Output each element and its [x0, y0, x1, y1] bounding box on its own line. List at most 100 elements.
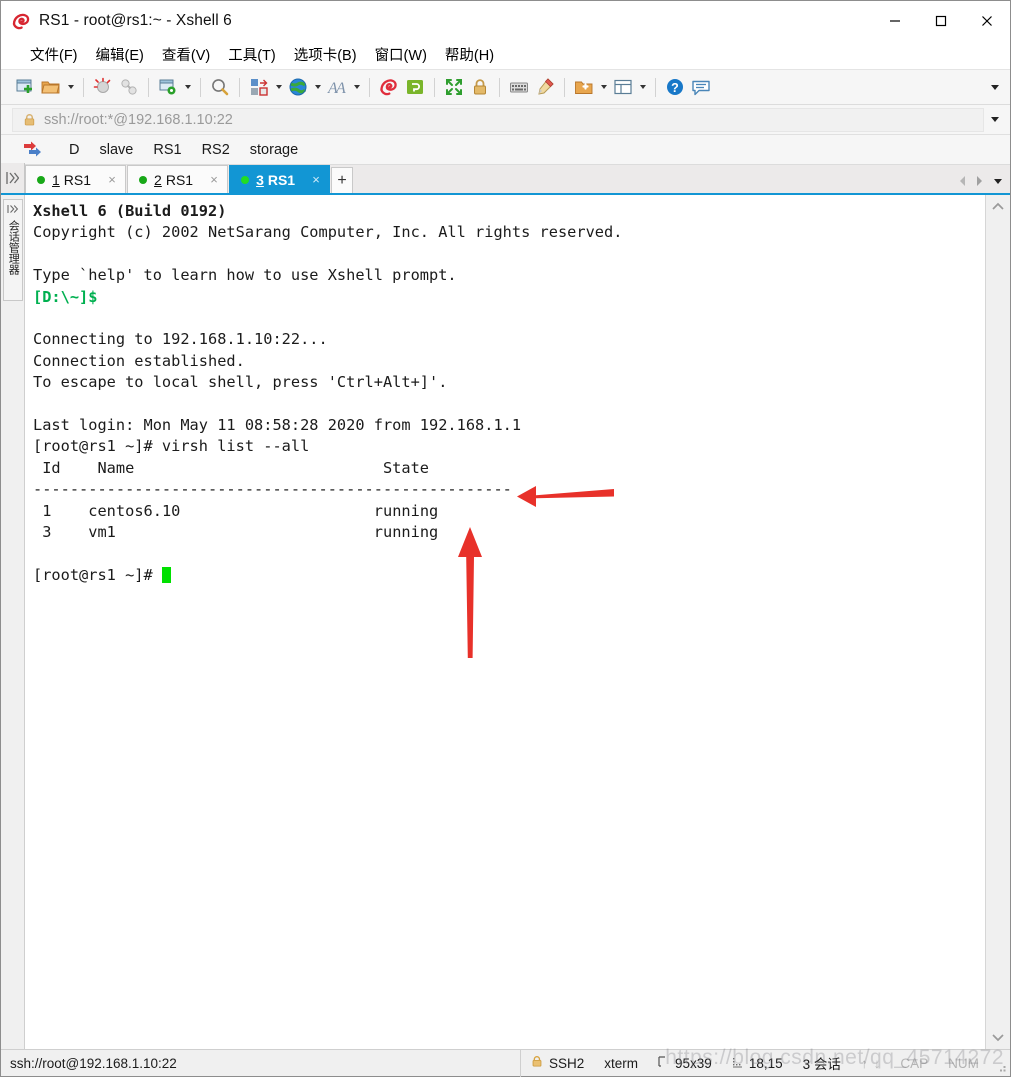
vm-row-2-id: 3	[33, 523, 52, 542]
disconnect-icon[interactable]	[90, 74, 116, 100]
menu-window[interactable]: 窗口(W)	[366, 41, 436, 68]
help-icon[interactable]: ?	[662, 74, 688, 100]
new-folder-icon[interactable]	[571, 74, 597, 100]
session-properties-caret-icon[interactable]	[181, 74, 194, 100]
status-size: 95x39	[648, 1056, 722, 1071]
menu-file[interactable]: 文件(F)	[21, 41, 87, 68]
tab-3-rs1[interactable]: 3 RS1 ×	[229, 165, 331, 193]
globe-icon[interactable]	[285, 74, 311, 100]
split-view-icon[interactable]	[610, 74, 636, 100]
globe-caret-icon[interactable]	[311, 74, 324, 100]
close-button[interactable]	[964, 1, 1010, 40]
status-caps-lock: CAP	[890, 1056, 938, 1071]
xftp-icon[interactable]	[402, 74, 428, 100]
chevron-left-icon[interactable]	[955, 172, 970, 190]
terminal-help-hint: Type `help' to learn how to use Xshell p…	[33, 266, 457, 285]
tab-strip: 1 RS1 × 2 RS1 × 3 RS1 × +	[1, 163, 1010, 195]
address-dropdown-button[interactable]	[989, 114, 1001, 126]
tab-close-icon[interactable]: ×	[309, 172, 323, 187]
scroll-down-arrow-icon[interactable]	[990, 1029, 1007, 1046]
quickbar-item-rs2[interactable]: RS2	[192, 140, 240, 160]
session-manager-label: 会话管理器	[7, 219, 20, 275]
layout-caret-icon[interactable]	[272, 74, 285, 100]
find-icon[interactable]	[207, 74, 233, 100]
menu-help[interactable]: 帮助(H)	[436, 41, 503, 68]
panel-toggle-icon[interactable]	[1, 163, 25, 193]
fullscreen-icon[interactable]	[441, 74, 467, 100]
quickbar-item-d[interactable]: D	[59, 140, 89, 160]
toolbar-separator	[369, 77, 370, 97]
main-body: 会话管理器 Xshell 6 (Build 0192) Copyright (c…	[1, 195, 1010, 1049]
vm-row-2-name: vm1	[88, 523, 116, 542]
open-folder-icon[interactable]	[38, 74, 64, 100]
toolbar-overflow-button[interactable]	[989, 81, 1001, 93]
tab-2-rs1[interactable]: 2 RS1 ×	[127, 165, 229, 193]
new-tab-button[interactable]: +	[331, 167, 354, 193]
chevron-right-icon[interactable]	[972, 172, 987, 190]
quickbar-item-rs1[interactable]: RS1	[143, 140, 191, 160]
highlight-icon[interactable]	[532, 74, 558, 100]
maximize-button[interactable]	[918, 1, 964, 40]
split-view-caret-icon[interactable]	[636, 74, 649, 100]
menu-tabs[interactable]: 选项卡(B)	[285, 41, 366, 68]
tab-1-rs1[interactable]: 1 RS1 ×	[25, 165, 127, 193]
font-icon[interactable]: A A	[324, 74, 350, 100]
status-session-count-label: 3 会话	[802, 1057, 841, 1072]
terminal-prompt: [root@rs1 ~]#	[33, 565, 162, 584]
new-folder-caret-icon[interactable]	[597, 74, 610, 100]
terminal-table-header: Id Name State	[33, 458, 430, 477]
toolbar-separator	[655, 77, 656, 97]
tab-list-dropdown-icon[interactable]	[989, 172, 1006, 190]
session-manager-tab[interactable]: 会话管理器	[2, 199, 23, 301]
vm-row-2-state: running	[373, 523, 439, 542]
window-title: RS1 - root@rs1:~ - Xshell 6	[39, 11, 232, 29]
lock-icon	[23, 113, 36, 127]
upload-arrow-icon: ↑	[860, 1055, 868, 1071]
tab-close-icon[interactable]: ×	[105, 172, 119, 187]
tab-number: 2	[154, 171, 162, 188]
svg-text:?: ?	[671, 81, 679, 95]
tab-close-icon[interactable]: ×	[207, 172, 221, 187]
terminal-table-rule: ----------------------------------------…	[33, 480, 512, 499]
quickbar-item-storage[interactable]: storage	[240, 140, 308, 160]
resize-grip[interactable]	[995, 1061, 1007, 1073]
new-session-icon[interactable]	[12, 74, 38, 100]
scroll-up-arrow-icon[interactable]	[990, 198, 1007, 215]
layout-icon[interactable]	[246, 74, 272, 100]
quick-connect-icon[interactable]	[23, 141, 43, 159]
font-caret-icon[interactable]	[350, 74, 363, 100]
menu-edit[interactable]: 编辑(E)	[87, 41, 153, 68]
toolbar-separator	[499, 77, 500, 97]
keyboard-icon[interactable]	[506, 74, 532, 100]
status-cursor-position: 18,15	[722, 1056, 793, 1071]
tab-status-dot-icon	[37, 175, 45, 184]
session-properties-icon[interactable]	[155, 74, 181, 100]
chat-icon[interactable]	[688, 74, 714, 100]
terminal-cursor	[161, 566, 171, 583]
toolbar: A A ?	[1, 69, 1010, 105]
status-num-label: NUM	[948, 1055, 979, 1071]
menu-view[interactable]: 查看(V)	[153, 41, 219, 68]
terminal-copyright: Copyright (c) 2002 NetSarang Computer, I…	[33, 223, 623, 242]
toolbar-separator	[83, 77, 84, 97]
toolbar-separator	[434, 77, 435, 97]
reconnect-icon[interactable]	[116, 74, 142, 100]
svg-text:A: A	[335, 80, 346, 97]
window-controls	[872, 1, 1010, 40]
menu-tools[interactable]: 工具(T)	[219, 41, 285, 68]
lock-icon[interactable]	[467, 74, 493, 100]
tab-label: RS1	[63, 171, 92, 188]
menu-bar: 文件(F) 编辑(E) 查看(V) 工具(T) 选项卡(B) 窗口(W) 帮助(…	[1, 40, 1010, 69]
tab-label: RS1	[165, 171, 194, 188]
address-input[interactable]: ssh://root:*@192.168.1.10:22	[12, 107, 984, 132]
tab-navigation	[955, 172, 1006, 190]
status-protocol-label: SSH2	[549, 1055, 585, 1071]
toolbar-separator	[239, 77, 240, 97]
minimize-button[interactable]	[872, 1, 918, 40]
terminal-vertical-scrollbar[interactable]	[985, 195, 1010, 1049]
terminal-screen[interactable]: Xshell 6 (Build 0192) Copyright (c) 2002…	[25, 195, 985, 1049]
tab-number: 3	[256, 171, 264, 188]
xshell-icon[interactable]	[376, 74, 402, 100]
quickbar-item-slave[interactable]: slave	[89, 140, 143, 160]
open-folder-caret-icon[interactable]	[64, 74, 77, 100]
